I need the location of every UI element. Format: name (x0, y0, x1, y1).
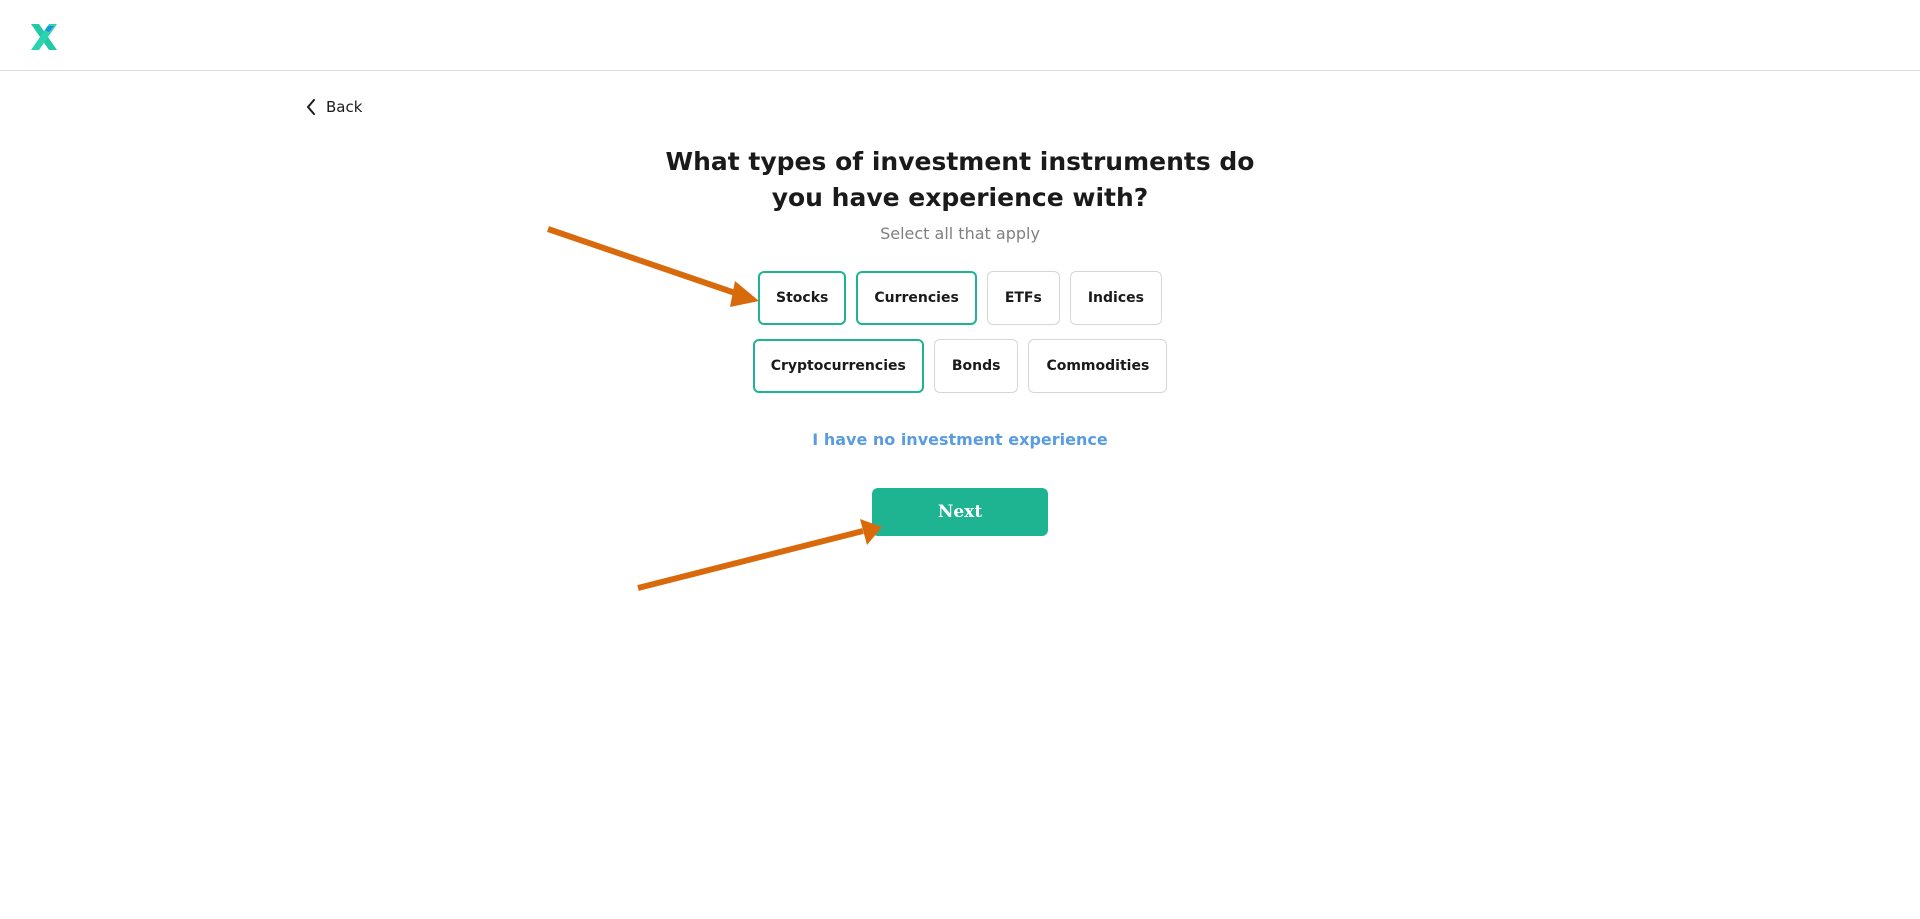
no-experience-link[interactable]: I have no investment experience (660, 430, 1260, 449)
option-commodities[interactable]: Commodities (1028, 339, 1168, 393)
options-row-1: Stocks Currencies ETFs Indices (0, 271, 1920, 325)
option-stocks[interactable]: Stocks (758, 271, 847, 325)
top-bar (0, 0, 1920, 71)
next-button[interactable]: Next (872, 488, 1048, 536)
option-etfs[interactable]: ETFs (986, 271, 1060, 325)
arrow-to-next-button (637, 519, 882, 591)
x-logo-icon[interactable] (28, 22, 60, 52)
back-label: Back (326, 98, 363, 116)
question-title: What types of investment instruments do … (665, 147, 1255, 212)
option-cryptocurrencies[interactable]: Cryptocurrencies (752, 339, 924, 393)
annotation-arrows (547, 226, 882, 591)
options-row-2: Cryptocurrencies Bonds Commodities (0, 339, 1920, 393)
chevron-left-icon (307, 99, 315, 115)
question-subtitle: Select all that apply (880, 224, 1040, 243)
option-bonds[interactable]: Bonds (933, 339, 1019, 393)
back-button[interactable]: Back (306, 98, 362, 116)
option-indices[interactable]: Indices (1069, 271, 1162, 325)
option-currencies[interactable]: Currencies (856, 271, 977, 325)
